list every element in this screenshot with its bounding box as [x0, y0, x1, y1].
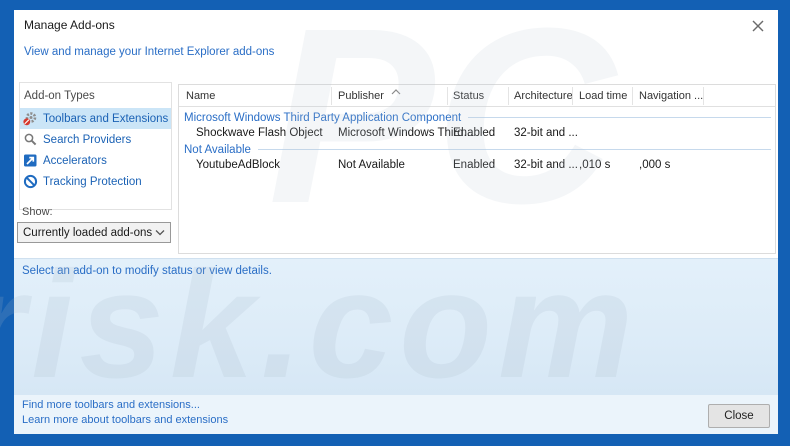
sidebar-item-search-providers[interactable]: Search Providers: [20, 129, 171, 150]
cell-status: Enabled: [453, 159, 496, 171]
show-label: Show:: [22, 206, 53, 218]
group-label: Not Available: [184, 143, 251, 156]
cell-architecture: 32-bit and ...: [514, 159, 578, 171]
sidebar-item-toolbars-and-extensions[interactable]: Toolbars and Extensions: [20, 108, 171, 129]
addon-types-header: Add-on Types: [24, 90, 95, 102]
page-title: Manage Add-ons: [24, 18, 115, 32]
cell-navigation-time: ,000 s: [639, 159, 671, 171]
tracking-protection-icon: [23, 174, 38, 189]
column-header-architecture[interactable]: Architecture: [514, 90, 573, 102]
group-label: Microsoft Windows Third Party Applicatio…: [184, 111, 462, 124]
addon-types-panel: Add-on Types Toolbars and Extensions Sea…: [19, 82, 172, 210]
footer-bar: Find more toolbars and extensions... Lea…: [14, 395, 778, 434]
sidebar-item-label: Tracking Protection: [43, 175, 142, 188]
show-filter-value: Currently loaded add-ons: [23, 226, 153, 239]
group-divider: [468, 117, 771, 118]
sidebar-item-accelerators[interactable]: Accelerators: [20, 150, 171, 171]
close-button[interactable]: Close: [708, 404, 770, 428]
group-header: Microsoft Windows Third Party Applicatio…: [184, 110, 771, 125]
column-separator: [703, 87, 704, 105]
column-header-status[interactable]: Status: [453, 90, 484, 102]
table-row[interactable]: Shockwave Flash Object Microsoft Windows…: [179, 126, 775, 142]
addons-table: Name Publisher Status Architecture Load …: [178, 84, 776, 254]
table-header-row: Name Publisher Status Architecture Load …: [179, 85, 775, 107]
column-separator: [331, 87, 332, 105]
close-icon[interactable]: [750, 18, 766, 34]
table-row[interactable]: YoutubeAdBlock Not Available Enabled 32-…: [179, 158, 775, 174]
manage-addons-dialog: Manage Add-ons View and manage your Inte…: [14, 10, 778, 434]
dialog-subtitle: View and manage your Internet Explorer a…: [24, 46, 275, 58]
details-pane: Select an add-on to modify status or vie…: [14, 258, 778, 395]
search-icon: [23, 132, 38, 147]
learn-more-addons-link[interactable]: Learn more about toolbars and extensions: [22, 414, 228, 426]
accelerator-icon: [23, 153, 38, 168]
column-header-name[interactable]: Name: [186, 90, 215, 102]
gear-icon: [23, 111, 38, 126]
column-separator: [632, 87, 633, 105]
column-header-load-time[interactable]: Load time: [579, 90, 627, 102]
column-header-publisher[interactable]: Publisher: [338, 90, 384, 102]
sort-ascending-icon: [391, 86, 401, 98]
column-separator: [572, 87, 573, 105]
group-divider: [257, 149, 771, 150]
cell-name: YoutubeAdBlock: [196, 159, 280, 171]
sidebar-item-tracking-protection[interactable]: Tracking Protection: [20, 171, 171, 192]
cell-publisher: Not Available: [338, 159, 405, 171]
find-more-addons-link[interactable]: Find more toolbars and extensions...: [22, 399, 200, 411]
group-header: Not Available: [184, 142, 771, 157]
column-separator: [447, 87, 448, 105]
sidebar-item-label: Toolbars and Extensions: [43, 112, 169, 125]
cell-load-time: ,010 s: [579, 159, 611, 171]
cell-status: Enabled: [453, 127, 496, 139]
cell-architecture: 32-bit and ...: [514, 127, 578, 139]
chevron-down-icon: [155, 227, 165, 239]
cell-name: Shockwave Flash Object: [196, 127, 323, 139]
sidebar-item-label: Search Providers: [43, 133, 132, 146]
column-separator: [508, 87, 509, 105]
column-header-navigation[interactable]: Navigation ...: [639, 90, 703, 102]
details-hint: Select an add-on to modify status or vie…: [22, 265, 272, 277]
sidebar-item-label: Accelerators: [43, 154, 107, 167]
show-filter-dropdown[interactable]: Currently loaded add-ons: [17, 222, 171, 243]
